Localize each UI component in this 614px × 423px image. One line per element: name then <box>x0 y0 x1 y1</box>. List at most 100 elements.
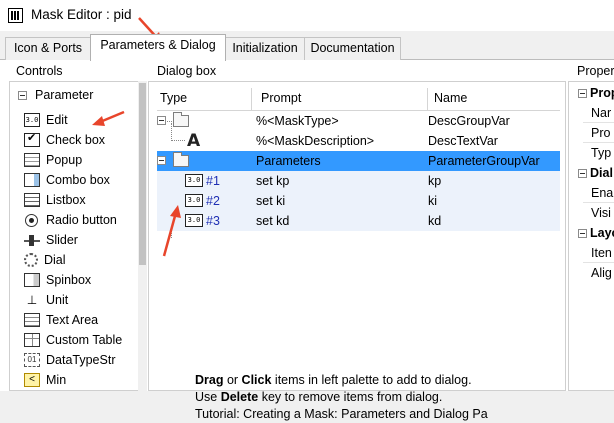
min-icon: < <box>24 373 40 387</box>
window-title: Mask Editor : pid <box>31 7 132 22</box>
property-visible[interactable]: Visi <box>591 206 611 220</box>
text-type-icon: A <box>187 131 201 151</box>
palette-item-label: Popup <box>46 153 83 167</box>
table-header: Type Prompt Name <box>157 86 560 111</box>
divider <box>583 142 614 143</box>
row-prompt: Parameters <box>256 154 321 168</box>
radio-button-icon <box>25 213 38 227</box>
collapse-icon[interactable] <box>578 88 587 98</box>
palette-item-unit[interactable]: ⊥ Unit <box>24 290 68 310</box>
column-header-name[interactable]: Name <box>434 91 467 105</box>
palette-item-label: Spinbox <box>46 273 92 287</box>
tutorial-link[interactable]: Tutorial: Creating a Mask: Parameters an… <box>195 406 565 423</box>
parameter-group[interactable]: Parameter <box>18 88 93 102</box>
custom-table-icon <box>24 333 40 347</box>
divider <box>583 202 614 203</box>
palette-item-label: DataTypeStr <box>46 353 116 367</box>
property-prompt[interactable]: Pro <box>591 126 610 140</box>
dialog-box-title: Dialog box <box>157 64 217 78</box>
palette-item-custom-table[interactable]: Custom Table <box>24 330 122 350</box>
row-name: ki <box>428 194 438 208</box>
collapse-icon[interactable] <box>157 156 166 165</box>
instruction-line-2: Use Delete key to remove items from dial… <box>195 390 443 404</box>
edit-type-icon: 3.0 <box>185 214 203 227</box>
row-id: #2 <box>206 194 220 208</box>
slider-icon <box>24 233 40 247</box>
mask-editor-icon <box>8 8 23 23</box>
datatypestr-icon: 01 <box>24 353 40 367</box>
controls-palette: Parameter 3.0 Edit Check box Popup Combo… <box>9 81 147 391</box>
controls-title: Controls <box>16 64 63 78</box>
palette-item-label: Dial <box>44 253 66 267</box>
palette-item-radio-button[interactable]: Radio button <box>24 210 117 230</box>
collapse-icon[interactable] <box>157 116 166 125</box>
column-header-prompt[interactable]: Prompt <box>261 91 301 105</box>
edit-icon: 3.0 <box>24 113 40 127</box>
edit-type-icon: 3.0 <box>185 194 203 207</box>
property-editor-title: Proper <box>577 64 614 78</box>
column-header-type[interactable]: Type <box>160 91 187 105</box>
tab-initialization[interactable]: Initialization <box>225 37 305 60</box>
controls-scrollbar[interactable] <box>138 81 147 391</box>
instruction-line-1: Drag or Click items in left palette to a… <box>195 373 472 387</box>
palette-item-dial[interactable]: Dial <box>24 250 66 270</box>
palette-item-combo-box[interactable]: Combo box <box>24 170 110 190</box>
row-name: kd <box>428 214 442 228</box>
palette-item-min[interactable]: < Min <box>24 370 66 390</box>
property-editor: Prop Nar Pro Typ Dial Ena Visi Layo Iten… <box>568 81 614 391</box>
palette-item-spinbox[interactable]: Spinbox <box>24 270 91 290</box>
dial-icon <box>24 253 38 267</box>
property-enable[interactable]: Ena <box>591 186 613 200</box>
palette-item-label: Text Area <box>46 313 99 327</box>
dialog-row-ki[interactable]: 3.0 #2 set ki ki <box>157 191 560 211</box>
property-name[interactable]: Nar <box>591 106 611 120</box>
row-prompt: set kd <box>256 214 290 228</box>
spinbox-icon <box>24 273 40 287</box>
dialog-row-desc-text[interactable]: A %<MaskDescription> DescTextVar <box>157 131 560 151</box>
text-area-icon <box>24 313 40 327</box>
column-divider[interactable] <box>427 88 428 110</box>
edit-type-icon: 3.0 <box>185 174 203 187</box>
property-category-layout[interactable]: Layo <box>578 226 614 240</box>
palette-item-check-box[interactable]: Check box <box>24 130 105 150</box>
palette-item-text-area[interactable]: Text Area <box>24 310 98 330</box>
dialog-box-panel: Dialog box Type Prompt Name %<MaskType> … <box>148 60 566 421</box>
column-divider[interactable] <box>251 88 252 110</box>
dialog-row-kd[interactable]: 3.0 #3 set kd kd <box>157 211 560 231</box>
collapse-icon[interactable] <box>578 228 587 238</box>
tab-parameters-dialog[interactable]: Parameters & Dialog <box>90 34 226 61</box>
property-item-location[interactable]: Iten <box>591 246 612 260</box>
palette-item-edit[interactable]: 3.0 Edit <box>24 110 68 130</box>
parameter-group-label: Parameter <box>35 88 94 102</box>
property-category-properties[interactable]: Prop <box>578 86 614 100</box>
palette-item-label: Slider <box>46 233 78 247</box>
scrollbar-thumb[interactable] <box>139 83 146 265</box>
row-name: DescTextVar <box>428 134 498 148</box>
dialog-row-kp[interactable]: 3.0 #1 set kp kp <box>157 171 560 191</box>
palette-item-listbox[interactable]: Listbox <box>24 190 86 210</box>
popup-icon <box>24 153 40 167</box>
dialog-row-parameters-group[interactable]: Parameters ParameterGroupVar <box>157 151 560 171</box>
dialog-row-desc-group[interactable]: %<MaskType> DescGroupVar <box>157 111 560 131</box>
property-type[interactable]: Typ <box>591 146 611 160</box>
palette-item-datatypestr[interactable]: 01 DataTypeStr <box>24 350 115 370</box>
property-category-dialog[interactable]: Dial <box>578 166 613 180</box>
palette-item-popup[interactable]: Popup <box>24 150 82 170</box>
collapse-icon[interactable] <box>18 90 27 100</box>
tab-strip: Icon & Ports Parameters & Dialog Initial… <box>0 31 614 61</box>
palette-item-slider[interactable]: Slider <box>24 230 78 250</box>
row-prompt: %<MaskType> <box>256 114 339 128</box>
divider <box>583 262 614 263</box>
collapse-icon[interactable] <box>578 168 587 178</box>
palette-item-label: Unit <box>46 293 69 307</box>
property-align[interactable]: Alig <box>591 266 612 280</box>
row-prompt: set kp <box>256 174 290 188</box>
tab-icon-ports[interactable]: Icon & Ports <box>5 37 91 60</box>
row-prompt: %<MaskDescription> <box>256 134 375 148</box>
row-name: DescGroupVar <box>428 114 510 128</box>
tab-content: Controls Parameter 3.0 Edit Check box Po… <box>0 60 614 421</box>
tab-documentation[interactable]: Documentation <box>304 37 401 60</box>
row-id: #1 <box>206 174 220 188</box>
row-id: #3 <box>206 214 220 228</box>
unit-icon: ⊥ <box>26 293 38 307</box>
